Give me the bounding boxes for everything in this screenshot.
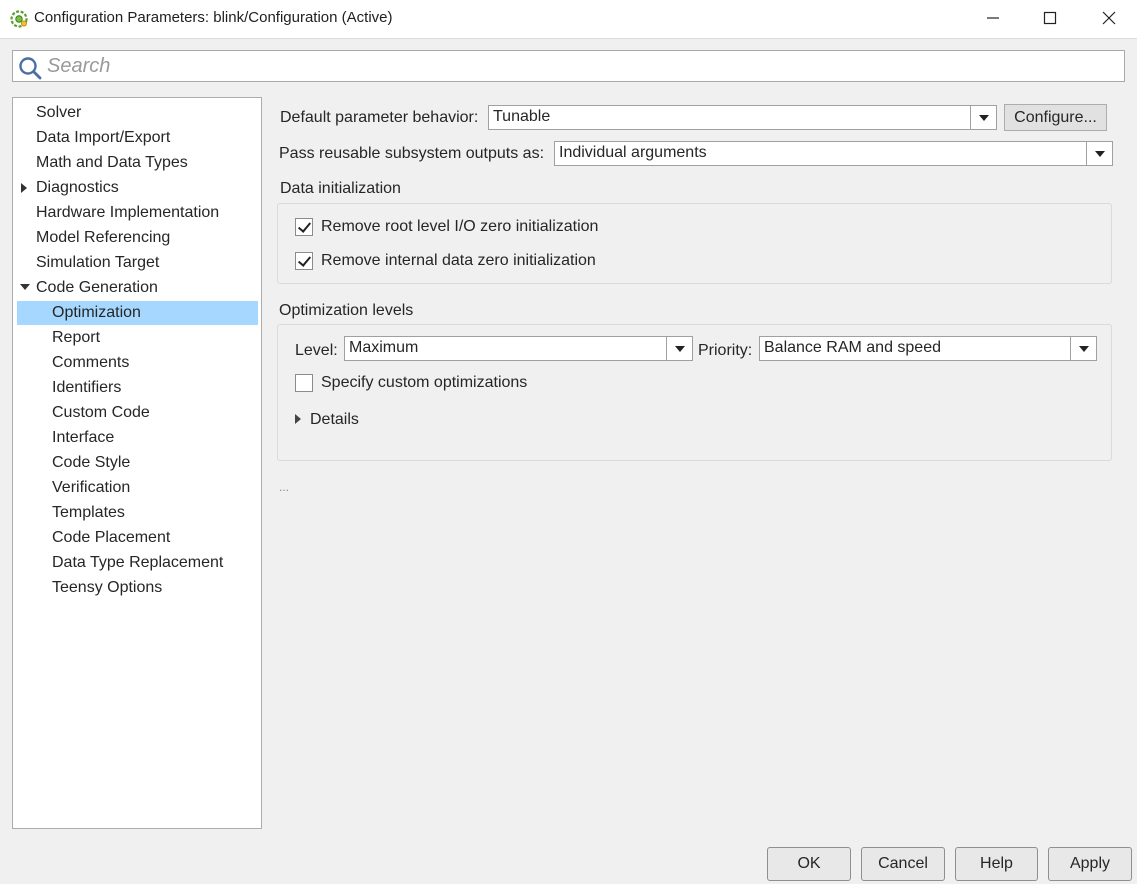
close-button[interactable] — [1086, 0, 1132, 36]
search-input[interactable] — [47, 53, 1117, 79]
tree-item-templates[interactable]: Templates — [52, 501, 125, 525]
minimize-button[interactable] — [970, 0, 1016, 36]
tree-item-code-placement[interactable]: Code Placement — [52, 526, 170, 550]
tree-item-custom-code[interactable]: Custom Code — [52, 401, 150, 425]
remove-root-io-zero-init-label[interactable]: Remove root level I/O zero initializatio… — [321, 218, 598, 236]
remove-internal-zero-init-label[interactable]: Remove internal data zero initialization — [321, 252, 596, 270]
maximize-icon — [1043, 11, 1057, 25]
tree-item-identifiers[interactable]: Identifiers — [52, 376, 121, 400]
pass-reusable-outputs-dropdown[interactable]: Individual arguments — [554, 141, 1113, 166]
level-dropdown[interactable]: Maximum — [344, 336, 693, 361]
configure-button[interactable]: Configure... — [1004, 104, 1107, 131]
tree-item-report[interactable]: Report — [52, 326, 100, 350]
tree-item-model-referencing[interactable]: Model Referencing — [36, 226, 170, 250]
chevron-down-icon[interactable] — [970, 106, 996, 129]
help-button[interactable]: Help — [955, 847, 1038, 881]
priority-label: Priority: — [698, 342, 753, 359]
data-initialization-heading: Data initialization — [280, 180, 401, 197]
tree-item-comments[interactable]: Comments — [52, 351, 129, 375]
expand-arrow-icon[interactable] — [21, 183, 27, 193]
optimization-levels-heading: Optimization levels — [279, 302, 414, 319]
tree-item-diagnostics[interactable]: Diagnostics — [36, 176, 119, 200]
category-tree[interactable]: Solver Data Import/Export Math and Data … — [12, 97, 262, 829]
apply-button[interactable]: Apply — [1048, 847, 1132, 881]
tree-item-optimization-selected[interactable]: Optimization — [17, 301, 258, 325]
tree-item-teensy-options[interactable]: Teensy Options — [52, 576, 162, 600]
more-ellipsis[interactable]: ... — [279, 480, 289, 494]
dropdown-value: Balance RAM and speed — [764, 339, 941, 356]
collapse-arrow-icon[interactable] — [20, 284, 30, 290]
cancel-button[interactable]: Cancel — [861, 847, 945, 881]
tree-item-interface[interactable]: Interface — [52, 426, 114, 450]
remove-internal-zero-init-checkbox[interactable] — [295, 252, 313, 270]
chevron-down-icon[interactable] — [1070, 337, 1096, 360]
tree-item-code-generation[interactable]: Code Generation — [36, 276, 158, 300]
default-parameter-behavior-label: Default parameter behavior: — [280, 109, 479, 126]
minimize-icon — [987, 17, 999, 19]
search-box[interactable] — [12, 50, 1125, 82]
tree-item-verification[interactable]: Verification — [52, 476, 130, 500]
level-label: Level: — [295, 342, 338, 359]
default-parameter-behavior-dropdown[interactable]: Tunable — [488, 105, 997, 130]
dropdown-value: Maximum — [349, 339, 419, 356]
dropdown-value: Tunable — [493, 108, 551, 125]
simulink-config-icon — [10, 10, 28, 28]
tree-item-solver[interactable]: Solver — [36, 101, 81, 125]
ok-button[interactable]: OK — [767, 847, 851, 881]
expand-arrow-icon[interactable] — [295, 414, 301, 424]
search-icon — [19, 57, 42, 80]
pass-reusable-outputs-label: Pass reusable subsystem outputs as: — [279, 145, 545, 162]
tree-item-label: Optimization — [52, 304, 141, 321]
dropdown-value: Individual arguments — [559, 144, 707, 161]
tree-item-math-and-data-types[interactable]: Math and Data Types — [36, 151, 188, 175]
tree-item-code-style[interactable]: Code Style — [52, 451, 130, 475]
priority-dropdown[interactable]: Balance RAM and speed — [759, 336, 1097, 361]
specify-custom-optimizations-label[interactable]: Specify custom optimizations — [321, 374, 527, 392]
tree-item-data-type-replacement[interactable]: Data Type Replacement — [52, 551, 223, 575]
details-toggle[interactable]: Details — [310, 411, 359, 429]
maximize-button[interactable] — [1027, 0, 1073, 36]
window-title: Configuration Parameters: blink/Configur… — [34, 9, 393, 26]
chevron-down-icon[interactable] — [1086, 142, 1112, 165]
specify-custom-optimizations-checkbox[interactable] — [295, 374, 313, 392]
close-icon — [1102, 11, 1116, 25]
chevron-down-icon[interactable] — [666, 337, 692, 360]
tree-item-data-import-export[interactable]: Data Import/Export — [36, 126, 170, 150]
data-initialization-group — [277, 203, 1112, 284]
tree-item-simulation-target[interactable]: Simulation Target — [36, 251, 159, 275]
remove-root-io-zero-init-checkbox[interactable] — [295, 218, 313, 236]
tree-item-hardware-implementation[interactable]: Hardware Implementation — [36, 201, 219, 225]
